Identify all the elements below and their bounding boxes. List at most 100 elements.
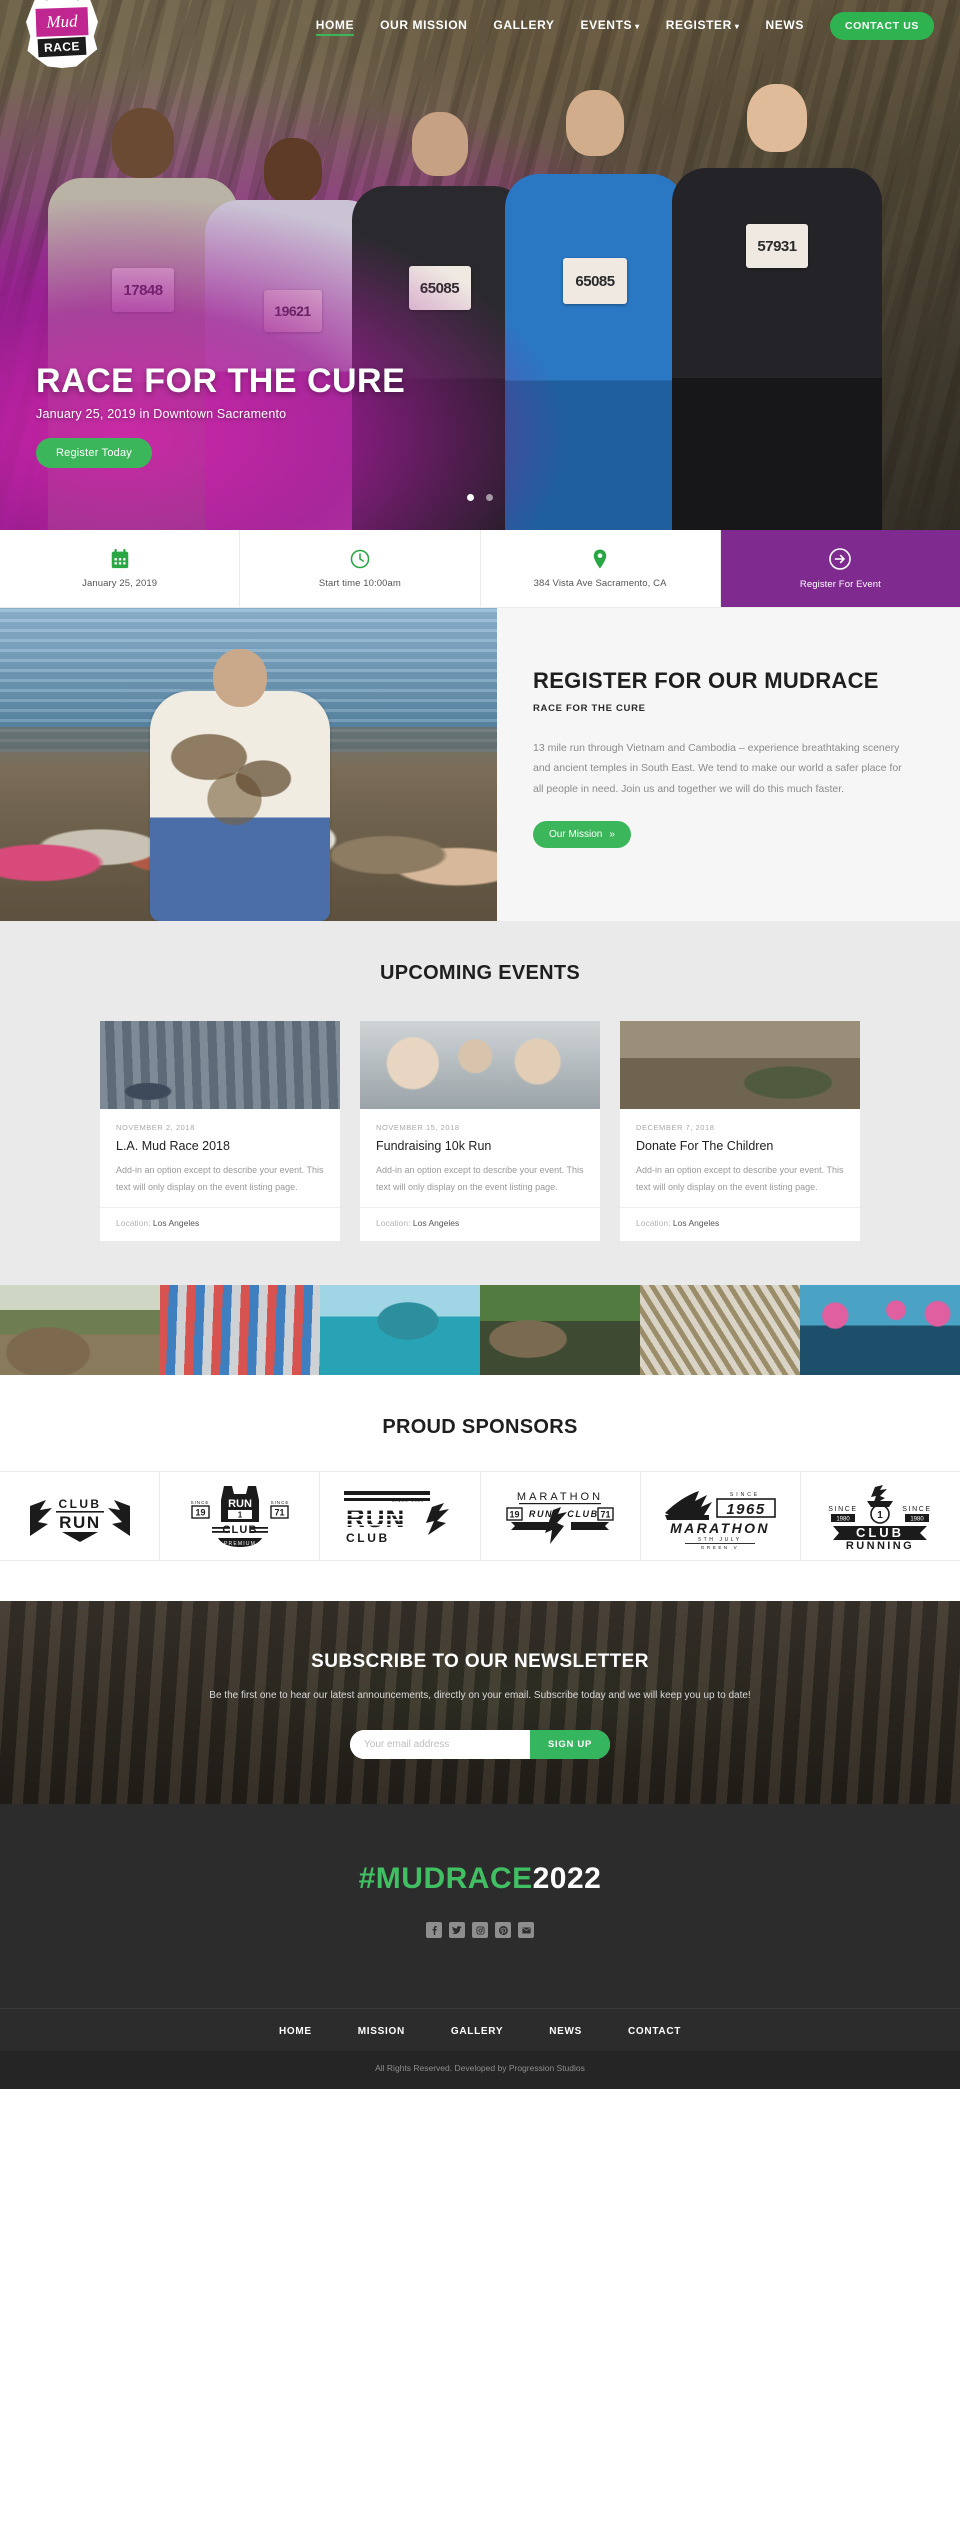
about-section: REGISTER FOR OUR MUDRACE RACE FOR THE CU…	[0, 608, 960, 921]
svg-text:PREMIUM: PREMIUM	[224, 1541, 256, 1547]
svg-text:MARATHON: MARATHON	[670, 1520, 770, 1536]
sponsor-run-club-striped-logo[interactable]: SINCE 1989 RUN CLUB	[320, 1472, 481, 1561]
marathon-1965-logo-graphic: SINCE 1965 MARATHON 5TH JULY GREEN V	[665, 1491, 777, 1549]
runner-head	[411, 112, 468, 176]
about-photo	[0, 608, 497, 921]
our-mission-button[interactable]: Our Mission »	[533, 821, 631, 849]
runner-head	[112, 108, 174, 178]
twitter-icon[interactable]	[449, 1922, 465, 1939]
gallery-item-water-slide[interactable]	[320, 1285, 480, 1376]
info-label-location: 384 Vista Ave Sacramento, CA	[533, 578, 667, 589]
svg-text:GREEN V: GREEN V	[701, 1545, 739, 1549]
sponsor-club-run-logo[interactable]: CLUB RUN	[0, 1472, 161, 1561]
sponsor-marathon-run-club-logo[interactable]: MARATHON 19 RUN CLUB 71	[481, 1472, 641, 1561]
event-card-body: NOVEMBER 2, 2018 L.A. Mud Race 2018 Add-…	[100, 1109, 340, 1207]
svg-text:1: 1	[878, 1510, 884, 1521]
sponsors-title: PROUD SPONSORS	[0, 1417, 960, 1437]
gallery-item-mud-pit[interactable]	[0, 1285, 160, 1376]
event-card-image	[100, 1021, 340, 1109]
gallery-item-open-water-swim[interactable]	[800, 1285, 960, 1376]
nav-item-events[interactable]: EVENTS ▾	[581, 18, 640, 35]
event-card[interactable]: NOVEMBER 2, 2018 L.A. Mud Race 2018 Add-…	[100, 1021, 340, 1242]
info-cell-time[interactable]: Start time 10:00am	[240, 530, 481, 607]
nav-item-home[interactable]: HOME	[315, 18, 355, 36]
hero-subtitle: January 25, 2019 in Downtown Sacramento	[36, 407, 287, 421]
chevron-down-icon: ▾	[635, 21, 640, 31]
runner-head	[747, 84, 807, 152]
nav-item-our-mission[interactable]: OUR MISSION	[380, 18, 467, 35]
event-card-body: DECEMBER 7, 2018 Donate For The Children…	[620, 1109, 860, 1207]
marathon-run-club-logo-graphic: MARATHON 19 RUN CLUB 71	[506, 1491, 614, 1545]
run-1-club-premium-logo-graphic: RUN 1 SINCE 19 SINCE 71 CLUB PREMIUM	[190, 1486, 289, 1548]
sponsor-run-1-club-premium-logo[interactable]: RUN 1 SINCE 19 SINCE 71 CLUB PREMIUM	[160, 1472, 321, 1561]
sign-up-button[interactable]: SIGN UP	[530, 1730, 610, 1760]
nav-item-news[interactable]: NEWS	[766, 18, 804, 35]
event-card[interactable]: NOVEMBER 15, 2018 Fundraising 10k Run Ad…	[360, 1021, 600, 1242]
newsletter-form: SIGN UP	[350, 1730, 610, 1760]
clock-icon	[350, 549, 370, 569]
gallery-item-muddy-faces[interactable]	[480, 1285, 640, 1376]
event-card-footer: Location: Los Angeles	[100, 1207, 340, 1241]
event-card-date: NOVEMBER 2, 2018	[116, 1123, 195, 1132]
svg-text:19: 19	[195, 1508, 205, 1518]
svg-text:RUN: RUN	[529, 1509, 553, 1519]
contact-us-button[interactable]: CONTACT US	[829, 12, 934, 40]
nav-item-register[interactable]: REGISTER ▾	[666, 18, 740, 35]
gallery-item-road-runners[interactable]	[160, 1285, 320, 1376]
svg-text:1980: 1980	[837, 1517, 851, 1523]
event-card-image	[620, 1021, 860, 1109]
site-logo[interactable]: Mud RACE	[26, 0, 98, 68]
runner-head	[263, 138, 322, 204]
svg-text:SINCE: SINCE	[903, 1506, 932, 1513]
runner-head	[566, 90, 624, 156]
svg-text:CLUB: CLUB	[58, 1497, 101, 1511]
footer-nav-news[interactable]: NEWS	[549, 2026, 582, 2037]
event-card-title[interactable]: L.A. Mud Race 2018	[116, 1139, 324, 1153]
sponsor-marathon-1965-logo[interactable]: SINCE 1965 MARATHON 5TH JULY GREEN V	[641, 1472, 801, 1561]
our-mission-label: Our Mission	[549, 829, 603, 841]
footer-nav-mission[interactable]: MISSION	[358, 2026, 405, 2037]
runner-bib: 57931	[746, 224, 808, 268]
carousel-dot-1[interactable]	[466, 494, 474, 501]
footer-brand: #MUDRACE2022	[0, 1862, 960, 1896]
logo-mud-block: Mud	[35, 7, 89, 37]
footer-nav-home[interactable]: HOME	[279, 2026, 312, 2037]
info-cell-date[interactable]: January 25, 2019	[0, 530, 241, 607]
svg-text:1965: 1965	[727, 1501, 766, 1518]
info-cell-register[interactable]: Register For Event	[720, 530, 960, 607]
event-card-title[interactable]: Donate For The Children	[636, 1139, 844, 1153]
footer-nav-gallery[interactable]: GALLERY	[451, 2026, 503, 2037]
event-card-image	[360, 1021, 600, 1109]
info-cell-location[interactable]: 384 Vista Ave Sacramento, CA	[481, 530, 721, 607]
event-card-title[interactable]: Fundraising 10k Run	[376, 1139, 584, 1153]
hero-title: RACE FOR THE CURE	[36, 362, 406, 400]
carousel-dot-2[interactable]	[486, 494, 494, 501]
pinterest-icon[interactable]	[495, 1922, 511, 1939]
event-card[interactable]: DECEMBER 7, 2018 Donate For The Children…	[620, 1021, 860, 1242]
run-club-striped-logo-graphic: SINCE 1989 RUN CLUB	[343, 1491, 449, 1545]
footer-brand-year: 2022	[532, 1862, 602, 1896]
svg-text:SINCE: SINCE	[270, 1500, 289, 1505]
location-value: Los Angeles	[152, 1218, 200, 1229]
facebook-icon[interactable]	[426, 1922, 442, 1939]
event-card-date: NOVEMBER 15, 2018	[376, 1123, 460, 1132]
sponsor-club-running-logo[interactable]: 1 SINCE 1980 SINCE 1980 CLUB RUNNING	[801, 1472, 960, 1560]
svg-text:SINCE: SINCE	[190, 1500, 209, 1505]
event-card-desc: Add-in an option except to describe your…	[376, 1165, 584, 1192]
social-links	[0, 1922, 960, 1939]
svg-text:5TH JULY: 5TH JULY	[699, 1537, 743, 1543]
instagram-icon[interactable]	[472, 1922, 488, 1939]
club-run-logo-graphic: CLUB RUN	[29, 1497, 130, 1543]
nav-item-gallery[interactable]: GALLERY	[493, 18, 554, 35]
runner-bib: 65085	[563, 258, 627, 304]
gallery-item-rope-climb[interactable]	[640, 1285, 800, 1376]
club-running-logo-graphic: 1 SINCE 1980 SINCE 1980 CLUB RUNNING	[829, 1485, 932, 1549]
map-pin-icon	[593, 549, 607, 569]
email-icon[interactable]	[518, 1922, 534, 1939]
footer-nav-contact[interactable]: CONTACT	[628, 2026, 681, 2037]
email-input[interactable]	[350, 1730, 531, 1760]
svg-text:71: 71	[274, 1508, 284, 1518]
events-title: UPCOMING EVENTS	[0, 963, 960, 983]
logo-race-text: RACE	[37, 36, 87, 58]
register-today-button[interactable]: Register Today	[36, 438, 152, 468]
